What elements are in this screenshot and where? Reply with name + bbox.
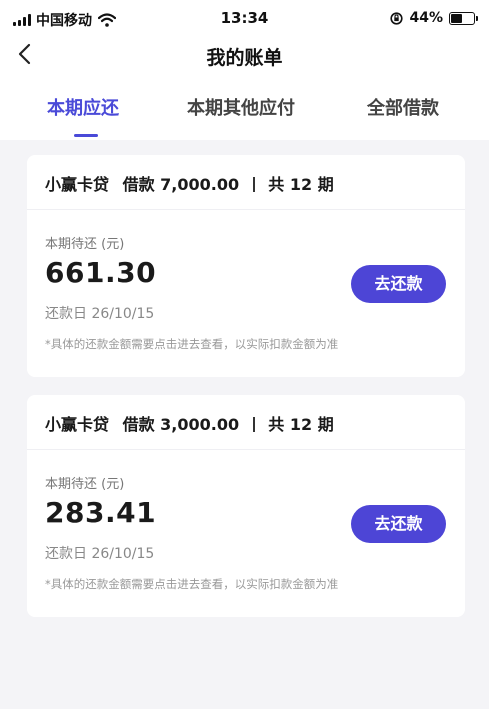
status-right: 44% xyxy=(390,10,478,26)
loan-amount: 借款 7,000.00 xyxy=(122,175,240,194)
loan-amount: 借款 3,000.00 xyxy=(122,415,240,434)
bill-card[interactable]: 小赢卡贷 借款 3,000.00 共 12 期 本期待还 (元) 283.41 … xyxy=(27,395,465,617)
battery-percent: 44% xyxy=(409,10,443,26)
loan-periods: 共 12 期 xyxy=(268,175,334,194)
bill-card-title: 小赢卡贷 借款 7,000.00 共 12 期 xyxy=(45,171,334,195)
repay-date: 还款日 26/10/15 xyxy=(45,546,155,562)
due-amount: 661.30 xyxy=(45,256,157,289)
product-name: 小赢卡贷 xyxy=(45,175,110,194)
due-label: 本期待还 (元) xyxy=(45,237,125,252)
bill-card-header: 小赢卡贷 借款 7,000.00 共 12 期 xyxy=(27,155,465,210)
due-amount: 283.41 xyxy=(45,496,157,529)
repay-date: 还款日 26/10/15 xyxy=(45,306,155,322)
product-name: 小赢卡贷 xyxy=(45,415,110,434)
rotation-lock-icon xyxy=(390,11,404,25)
bill-card[interactable]: 小赢卡贷 借款 7,000.00 共 12 期 本期待还 (元) 661.30 … xyxy=(27,155,465,377)
divider xyxy=(252,177,255,192)
tab-current-due[interactable]: 本期应还 xyxy=(47,94,119,120)
active-tab-indicator xyxy=(74,134,98,137)
amount-note: *具体的还款金额需要点击进去查看，以实际扣款金额为准 xyxy=(45,577,339,591)
tab-other-payables[interactable]: 本期其他应付 xyxy=(187,94,295,120)
tab-all-loans[interactable]: 全部借款 xyxy=(367,94,439,120)
repay-button[interactable]: 去还款 xyxy=(351,265,446,303)
nav-bar: 我的账单 xyxy=(0,36,489,76)
bill-card-title: 小赢卡贷 借款 3,000.00 共 12 期 xyxy=(45,411,334,435)
amount-note: *具体的还款金额需要点击进去查看，以实际扣款金额为准 xyxy=(45,337,339,351)
repay-button[interactable]: 去还款 xyxy=(351,505,446,543)
page-title: 我的账单 xyxy=(206,47,283,69)
loan-periods: 共 12 期 xyxy=(268,415,334,434)
tab-bar: 本期应还 本期其他应付 全部借款 xyxy=(0,94,489,140)
bill-card-header: 小赢卡贷 借款 3,000.00 共 12 期 xyxy=(27,395,465,450)
battery-icon xyxy=(449,11,478,25)
header-area: 中国移动 13:34 44% 我的账单 本期应还 本期其他应付 全部借款 xyxy=(0,0,489,140)
due-label: 本期待还 (元) xyxy=(45,477,125,492)
divider xyxy=(252,417,255,432)
status-bar: 中国移动 13:34 44% xyxy=(0,0,489,34)
